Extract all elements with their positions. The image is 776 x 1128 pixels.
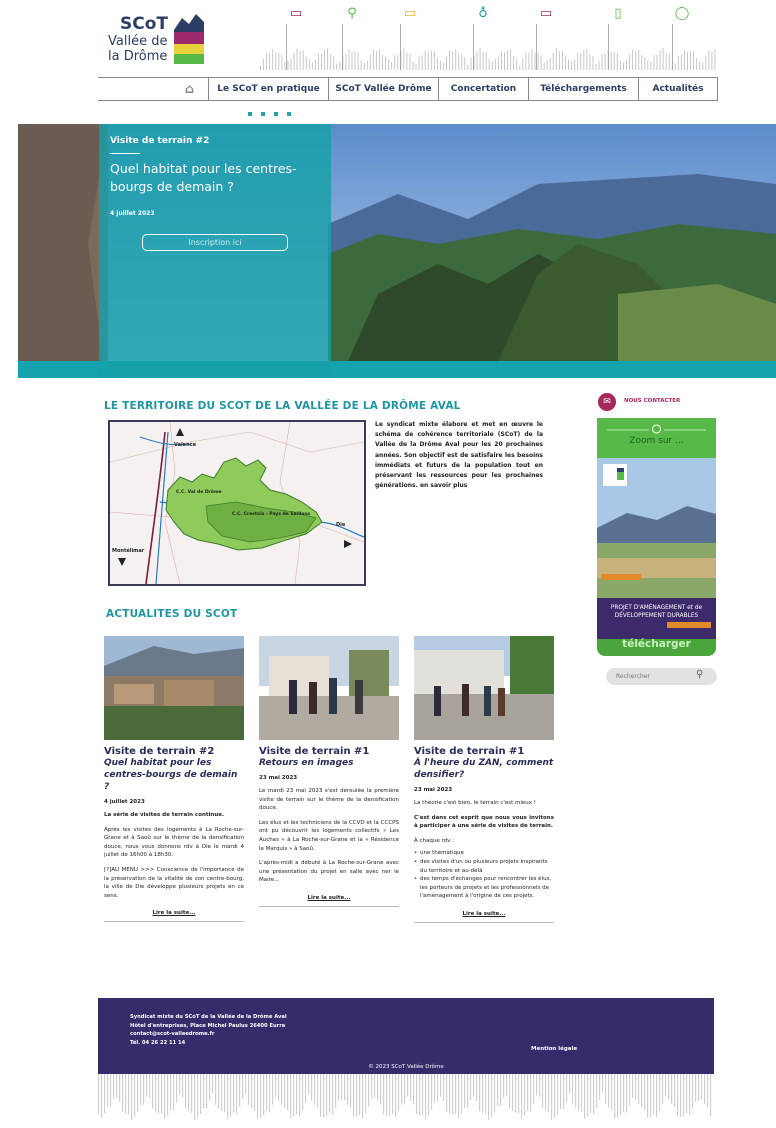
top-icon-row: ▭ ⚲ ▭ ♁ ▭ ▯ ◯	[230, 6, 720, 72]
zoom-title: Zoom sur ...	[629, 436, 684, 446]
document-icon[interactable]: ▯	[608, 6, 628, 21]
news-card-text: Le mardi 23 mai 2023 s'est déroulée la p…	[259, 788, 399, 812]
news-card-list: une thématique des visites d'un ou plusi…	[414, 849, 554, 901]
bar-decoration	[260, 24, 716, 70]
news-card-image[interactable]	[414, 636, 554, 740]
padd-caption: PROJET D'AMÉNAGEMENT et de DÉVELOPPEMENT…	[610, 605, 703, 619]
news-card-text: La théorie c'est bien, le terrain c'est …	[414, 800, 536, 806]
contact-label: NOUS CONTACTER	[624, 398, 681, 404]
news-card-text: Après les visites des logements à La Roc…	[104, 826, 244, 859]
news-card: Visite de terrain #2 Quel habitat pour l…	[104, 636, 244, 923]
search-box: ⚲	[606, 668, 717, 685]
mention-legale-link[interactable]: Mention légale	[531, 1046, 577, 1052]
news-card-title[interactable]: Visite de terrain #1	[414, 746, 554, 757]
hero-divider	[110, 153, 140, 154]
discussion-icon[interactable]: ▭	[536, 6, 556, 21]
map-label-valence: Valence	[174, 442, 196, 448]
hero-title: Quel habitat pour les centres-bourgs de …	[110, 161, 297, 194]
home-icon[interactable]: ⌂	[98, 78, 208, 100]
news-card: Visite de terrain #1 À l'heure du ZAN, c…	[414, 636, 554, 923]
map-label-montelimar: Montélimar	[112, 548, 145, 554]
news-card-text: [?]AU MENU >>> Conscience de l'importanc…	[104, 866, 244, 899]
logo[interactable]: SCoT Vallée de la Drôme	[104, 12, 214, 72]
zoom-sur-panel[interactable]: Zoom sur ... PROJET D'AMÉNAGEMENT et de …	[597, 418, 716, 656]
news-card-date: 23 mai 2023	[414, 787, 453, 793]
footer-email[interactable]: contact@scot-valleedrome.fr	[130, 1030, 287, 1039]
logo-subtitle: Vallée de la Drôme	[108, 34, 168, 64]
news-card-title[interactable]: Visite de terrain #1	[259, 746, 399, 757]
map-label-cc-crestois: C.C. Crestois - Pays de Saillans	[232, 512, 311, 517]
nav-item-concertation[interactable]: Concertation	[438, 78, 528, 100]
padd-cover-image: PROJET D'AMÉNAGEMENT et de DÉVELOPPEMENT…	[597, 458, 716, 639]
news-card: Visite de terrain #1 Retours en images 2…	[259, 636, 399, 907]
slider-dots[interactable]	[248, 112, 291, 116]
list-item: des temps d'échanges pour rencontrer les…	[414, 875, 554, 901]
news-card-image[interactable]	[104, 636, 244, 740]
hero-kicker: Visite de terrain #2	[110, 136, 210, 146]
divider	[414, 921, 554, 923]
logo-title: SCoT	[120, 14, 168, 34]
read-more-link[interactable]: Lire la suite...	[414, 911, 554, 917]
logo-mark-icon	[174, 14, 204, 64]
hero-panel: Visite de terrain #2 Quel habitat pour l…	[99, 124, 331, 378]
search-input[interactable]	[616, 671, 696, 682]
news-card-text: À chaque rdv :	[414, 837, 455, 844]
footer-copyright-bar: © 2023 SCoT Vallée Drôme	[98, 1062, 714, 1074]
search-icon[interactable]: ⚲	[696, 669, 703, 680]
divider	[259, 905, 399, 907]
news-card-image[interactable]	[259, 636, 399, 740]
list-item: une thématique	[414, 849, 554, 858]
news-card-text: La série de visites de terrain continue.	[104, 812, 225, 818]
copyright: © 2023 SCoT Vallée Drôme	[368, 1064, 444, 1070]
envelope-icon: ✉	[598, 393, 616, 411]
divider	[104, 921, 244, 923]
territoire-title: LE TERRITOIRE DU SCOT DE LA VALLÉE DE LA…	[104, 400, 461, 412]
news-card-subtitle: Quel habitat pour les centres-bourgs de …	[104, 758, 238, 792]
check-circle-icon[interactable]: ◯	[672, 6, 692, 21]
news-card-title[interactable]: Visite de terrain #2	[104, 746, 244, 757]
nav-item-scot-en-pratique[interactable]: Le SCoT en pratique	[208, 78, 328, 100]
hero-date: 4 juillet 2023	[110, 210, 155, 217]
read-more-link[interactable]: Lire la suite...	[259, 895, 399, 901]
main-nav: ⌂ Le SCoT en pratique SCoT Vallée Drôme …	[98, 77, 718, 101]
news-card-subtitle: À l'heure du ZAN, comment densifier?	[414, 758, 554, 780]
news-card-text: Les élus et les techniciens de la CCVD e…	[259, 819, 399, 852]
news-card-subtitle: Retours en images	[259, 758, 354, 768]
map-label-cc-val-drome: C.C. Val de Drôme	[176, 490, 222, 495]
news-card-date: 4 juillet 2023	[104, 799, 145, 805]
news-card-text: C'est dans cet esprit que nous vous invi…	[414, 814, 554, 830]
map-pin-icon[interactable]: ⚲	[342, 6, 362, 21]
nav-item-actualites[interactable]: Actualités	[638, 78, 718, 100]
inscription-button[interactable]: Inscription ici	[142, 234, 288, 251]
footer-address: Syndicat mixte du SCoT de la Vallée de l…	[130, 1014, 287, 1046]
news-card-date: 23 mai 2023	[259, 775, 298, 781]
nav-item-telechargements[interactable]: Téléchargements	[528, 78, 638, 100]
list-item: des visites d'un ou plusieurs projets in…	[414, 858, 554, 875]
nav-item-scot-vallee-drome[interactable]: SCoT Vallée Drôme	[328, 78, 438, 100]
telecharger-button[interactable]: télécharger	[597, 638, 716, 650]
news-card-text: L'après-midi a débuté à La Roche-sur-Gra…	[259, 860, 399, 884]
footer-bar-decoration	[98, 1074, 712, 1120]
territoire-description: Le syndicat mixte élabore et met en œuvr…	[375, 421, 543, 490]
lightbulb-icon[interactable]: ♁	[473, 6, 493, 21]
news-title: ACTUALITES DU SCOT	[106, 608, 238, 620]
read-more-link[interactable]: Lire la suite...	[104, 910, 244, 916]
zoom-header: Zoom sur ...	[597, 418, 716, 458]
territory-map[interactable]: Valence Die Montélimar C.C. Val de Drôme…	[108, 420, 366, 586]
speech-icon[interactable]: ▭	[400, 6, 420, 21]
contact-link[interactable]: ✉ NOUS CONTACTER	[598, 393, 718, 411]
map-label-die: Die	[336, 522, 346, 528]
footer: Syndicat mixte du SCoT de la Vallée de l…	[98, 998, 714, 1062]
chat-icon[interactable]: ▭	[286, 6, 306, 21]
